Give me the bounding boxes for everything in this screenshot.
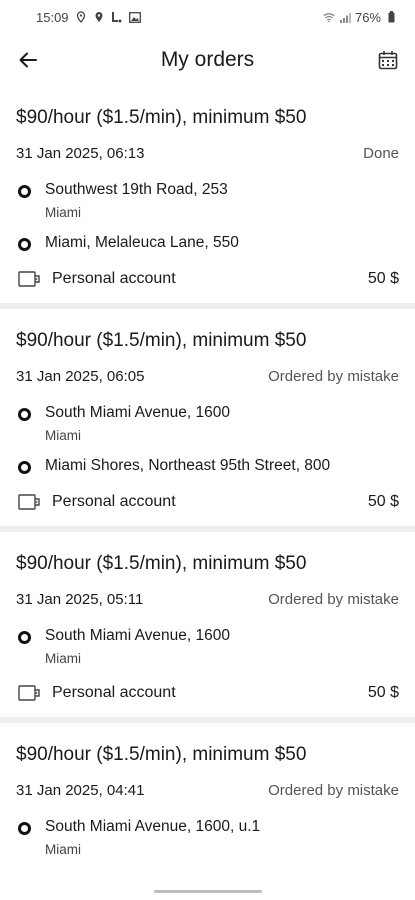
route-point-icon xyxy=(18,631,31,644)
status-bar: 15:09 76% xyxy=(0,0,415,34)
order-tariff: $90/hour ($1.5/min), minimum $50 xyxy=(16,107,307,128)
payment-amount: 50 $ xyxy=(367,684,399,701)
route-point-icon xyxy=(18,822,31,835)
order-status: Ordered by mistake xyxy=(268,782,399,799)
wifi-icon xyxy=(323,11,335,23)
route-point-icon xyxy=(18,461,31,474)
route-points: Southwest 19th Road, 253 Miami Miami, Me… xyxy=(16,172,399,257)
order-datetime: 31 Jan 2025, 05:11 xyxy=(16,591,144,608)
route-points: South Miami Avenue, 1600 Miami xyxy=(16,618,399,671)
wallet-icon xyxy=(18,685,40,701)
point-address: South Miami Avenue, 1600, u.1 xyxy=(45,818,261,835)
order-datetime: 31 Jan 2025, 06:13 xyxy=(16,145,145,162)
order-card[interactable]: $90/hour ($1.5/min), minimum $50 31 Jan … xyxy=(0,723,415,872)
point-city: Miami xyxy=(45,842,81,857)
order-status: Done xyxy=(363,145,399,162)
calendar-button[interactable] xyxy=(375,46,401,74)
order-card[interactable]: $90/hour ($1.5/min), minimum $50 31 Jan … xyxy=(0,532,415,723)
calendar-icon xyxy=(378,51,398,70)
image-icon xyxy=(128,11,141,23)
point-address: Southwest 19th Road, 253 xyxy=(45,181,228,198)
wallet-icon xyxy=(18,494,40,510)
point-city: Miami xyxy=(45,651,81,666)
route-point: Southwest 19th Road, 253 Miami xyxy=(16,172,399,225)
order-status: Ordered by mistake xyxy=(268,368,399,385)
app-bar: My orders xyxy=(0,34,415,86)
route-points: South Miami Avenue, 1600, u.1 Miami xyxy=(16,809,399,862)
payment-row: Personal account 50 $ xyxy=(16,488,399,516)
order-tariff: $90/hour ($1.5/min), minimum $50 xyxy=(16,744,307,765)
point-city: Miami xyxy=(45,205,81,220)
payment-amount: 50 $ xyxy=(367,493,399,510)
home-indicator[interactable] xyxy=(154,890,262,893)
app-notification-icon xyxy=(111,11,123,23)
payment-row: Personal account 50 $ xyxy=(16,265,399,293)
route-point-icon xyxy=(18,408,31,421)
route-point: South Miami Avenue, 1600 Miami xyxy=(16,618,399,671)
route-point: Miami, Melaleuca Lane, 550 xyxy=(16,225,399,257)
order-meta: 31 Jan 2025, 04:41 Ordered by mistake xyxy=(16,781,399,801)
point-address: Miami Shores, Northeast 95th Street, 800 xyxy=(45,457,331,474)
order-datetime: 31 Jan 2025, 04:41 xyxy=(16,782,145,799)
route-point: Miami Shores, Northeast 95th Street, 800 xyxy=(16,448,399,480)
payment-amount: 50 $ xyxy=(367,270,399,287)
order-tariff: $90/hour ($1.5/min), minimum $50 xyxy=(16,330,307,351)
payment-method: Personal account xyxy=(52,270,176,287)
order-card[interactable]: $90/hour ($1.5/min), minimum $50 31 Jan … xyxy=(0,86,415,309)
point-address: Miami, Melaleuca Lane, 550 xyxy=(45,234,239,251)
route-points: South Miami Avenue, 1600 Miami Miami Sho… xyxy=(16,395,399,480)
order-meta: 31 Jan 2025, 06:05 Ordered by mistake xyxy=(16,367,399,387)
order-datetime: 31 Jan 2025, 06:05 xyxy=(16,368,145,385)
orders-list: $90/hour ($1.5/min), minimum $50 31 Jan … xyxy=(0,86,415,872)
battery-icon xyxy=(385,11,397,23)
route-point-icon xyxy=(18,238,31,251)
payment-method: Personal account xyxy=(52,684,176,701)
route-point-icon xyxy=(18,185,31,198)
map-pin-icon xyxy=(93,11,105,23)
wallet-icon xyxy=(18,271,40,287)
battery-percent: 76% xyxy=(354,9,381,25)
point-address: South Miami Avenue, 1600 xyxy=(45,404,230,421)
route-point: South Miami Avenue, 1600, u.1 Miami xyxy=(16,809,399,862)
order-meta: 31 Jan 2025, 06:13 Done xyxy=(16,144,399,164)
payment-row: Personal account 50 $ xyxy=(16,679,399,707)
status-time: 15:09 xyxy=(36,9,69,25)
route-point: South Miami Avenue, 1600 Miami xyxy=(16,395,399,448)
order-tariff: $90/hour ($1.5/min), minimum $50 xyxy=(16,553,307,574)
order-card[interactable]: $90/hour ($1.5/min), minimum $50 31 Jan … xyxy=(0,309,415,532)
payment-method: Personal account xyxy=(52,493,176,510)
location-icon xyxy=(75,11,87,23)
order-status: Ordered by mistake xyxy=(268,591,399,608)
point-address: South Miami Avenue, 1600 xyxy=(45,627,230,644)
point-city: Miami xyxy=(45,428,81,443)
signal-icon xyxy=(339,11,351,23)
page-title: My orders xyxy=(160,48,255,71)
order-meta: 31 Jan 2025, 05:11 Ordered by mistake xyxy=(16,590,399,610)
